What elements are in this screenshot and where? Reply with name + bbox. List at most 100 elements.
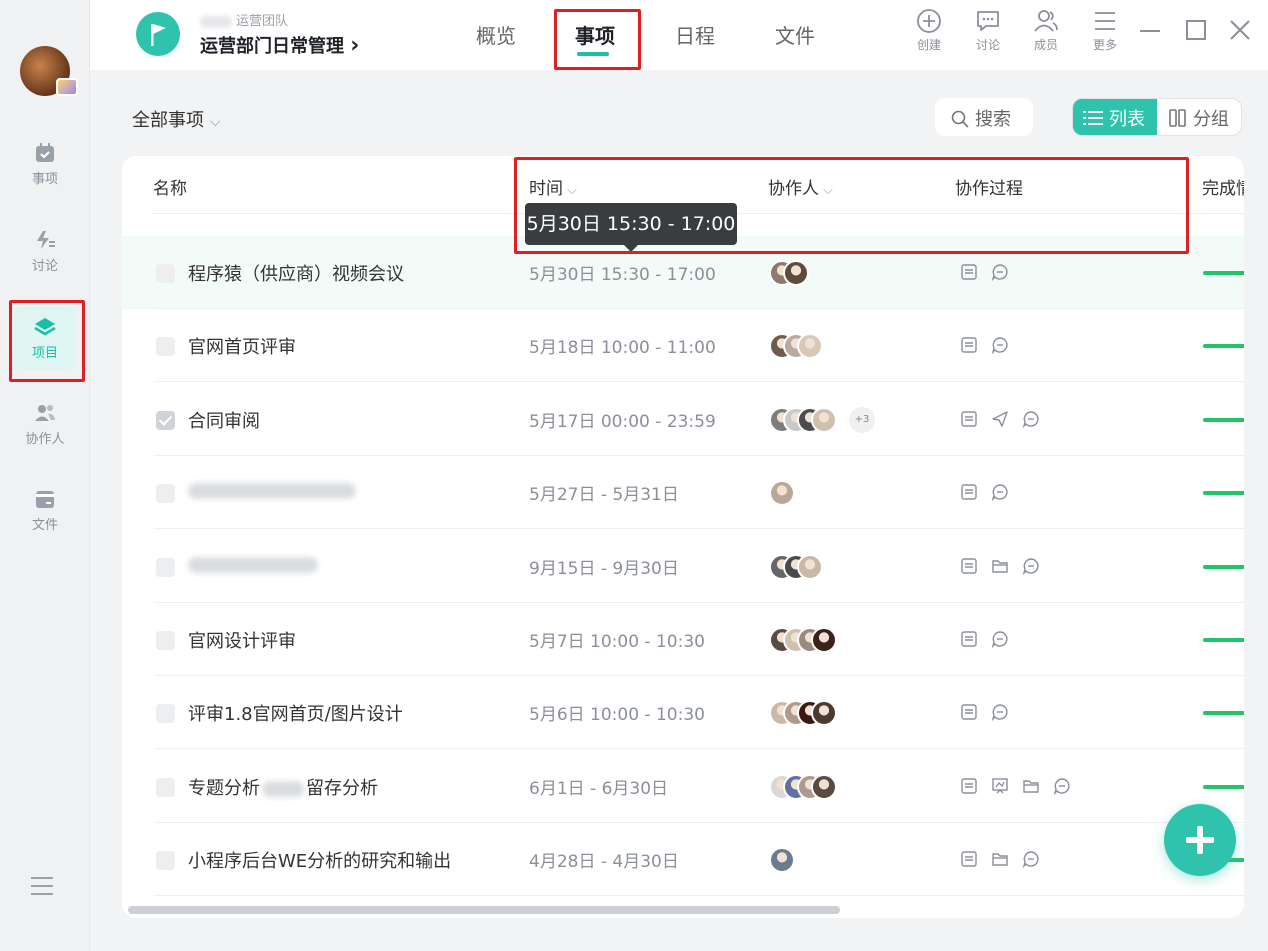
tab-overview[interactable]: 概览 <box>476 20 516 49</box>
rail-item-label: 文件 <box>31 518 58 533</box>
more-button[interactable]: 更多 <box>1085 8 1125 53</box>
collaborator-avatar[interactable] <box>811 700 837 727</box>
project-name[interactable]: 运营部门日常管理 › <box>200 32 359 58</box>
columns-icon <box>1169 109 1186 127</box>
filter-dropdown[interactable]: 全部事项 ⌵ <box>132 106 221 132</box>
folder-icon[interactable] <box>1022 777 1040 795</box>
comment-icon[interactable] <box>991 336 1009 355</box>
task-name[interactable]: 小程序后台WE分析的研究和输出 <box>188 847 451 873</box>
table-row[interactable]: 9月15日 - 9月30日 <box>122 530 1244 603</box>
task-name[interactable]: 合同审阅 <box>188 407 260 433</box>
tab-files[interactable]: 文件 <box>775 20 815 49</box>
collaborator-avatar[interactable] <box>811 773 837 800</box>
completion-progress-bar <box>1203 417 1244 422</box>
document-icon[interactable] <box>960 777 978 795</box>
task-checkbox[interactable] <box>156 484 175 504</box>
members-icon <box>1034 10 1058 32</box>
whiteboard-icon[interactable] <box>991 777 1009 795</box>
comment-icon[interactable] <box>991 703 1009 722</box>
document-icon[interactable] <box>960 703 978 721</box>
table-row[interactable]: 专题分析 留存分析 6月1日 - 6月30日 <box>122 750 1244 823</box>
collaborator-avatar[interactable] <box>797 553 823 580</box>
discuss-button[interactable]: 讨论 <box>968 8 1008 53</box>
rail-item-label: 讨论 <box>31 259 58 274</box>
table-row[interactable]: 5月27日 - 5月31日 <box>122 456 1244 530</box>
task-name[interactable]: 官网设计评审 <box>188 627 296 653</box>
folder-icon[interactable] <box>991 850 1009 868</box>
comment-icon[interactable] <box>991 630 1009 649</box>
rail-item-tasks[interactable]: 事项 <box>0 142 90 187</box>
rail-item-projects[interactable]: 项目 <box>0 316 90 361</box>
table-row[interactable]: 小程序后台WE分析的研究和输出 4月28日 - 4月30日 <box>122 823 1244 897</box>
column-header-time[interactable]: 时间 ⌵ <box>529 174 577 199</box>
task-name[interactable]: 官网首页评审 <box>188 333 296 359</box>
tab-schedule[interactable]: 日程 <box>675 20 715 49</box>
send-icon[interactable] <box>991 410 1009 428</box>
view-list-button[interactable]: 列表 <box>1073 99 1157 135</box>
task-name[interactable]: 评审1.8官网首页/图片设计 <box>188 700 403 726</box>
task-checkbox[interactable] <box>156 631 175 650</box>
more-collaborators-badge[interactable]: +3 <box>849 406 875 433</box>
time-tooltip: 5月30日 15:30 - 17:00 <box>525 203 737 252</box>
task-checkbox[interactable] <box>156 410 175 430</box>
chevron-down-icon: ⌵ <box>210 114 221 130</box>
comment-icon[interactable] <box>1022 410 1040 429</box>
task-checkbox[interactable] <box>156 264 175 283</box>
view-group-button[interactable]: 分组 <box>1161 99 1241 135</box>
collaborator-avatar[interactable] <box>783 260 809 286</box>
task-checkbox[interactable] <box>156 337 175 357</box>
table-row[interactable]: 官网设计评审 5月7日 10:00 - 10:30 <box>122 603 1244 676</box>
table-row[interactable]: 评审1.8官网首页/图片设计 5月6日 10:00 - 10:30 <box>122 676 1244 750</box>
task-checkbox[interactable] <box>156 777 175 797</box>
rail-item-files[interactable]: 文件 <box>0 488 90 533</box>
minimize-icon[interactable] <box>1138 18 1162 42</box>
create-button[interactable]: 创建 <box>909 8 949 53</box>
column-header-collaborators[interactable]: 协作人 ⌵ <box>768 174 833 199</box>
task-checkbox[interactable] <box>156 704 175 724</box>
document-icon[interactable] <box>960 557 978 575</box>
comment-icon[interactable] <box>1053 777 1071 796</box>
completion-progress-bar <box>1203 344 1244 349</box>
document-icon[interactable] <box>960 483 978 501</box>
tab-tasks[interactable]: 事项 <box>575 20 615 49</box>
collaborator-avatar[interactable] <box>797 333 823 360</box>
close-icon[interactable] <box>1228 18 1252 42</box>
project-flag-icon[interactable] <box>136 12 180 56</box>
search-button[interactable]: 搜索 <box>935 98 1033 136</box>
hamburger-menu-icon[interactable] <box>31 876 55 896</box>
document-icon[interactable] <box>960 410 978 428</box>
document-icon[interactable] <box>960 630 978 648</box>
table-row[interactable]: 官网首页评审 5月18日 10:00 - 11:00 <box>122 309 1244 383</box>
members-button[interactable]: 成员 <box>1026 8 1066 53</box>
task-name[interactable] <box>188 480 356 501</box>
people-icon <box>35 405 55 421</box>
maximize-icon[interactable] <box>1184 18 1208 42</box>
collaborator-avatar[interactable] <box>811 406 837 433</box>
comment-icon[interactable] <box>1022 557 1040 575</box>
discuss-label: 讨论 <box>975 38 1000 52</box>
create-label: 创建 <box>916 38 941 52</box>
task-checkbox[interactable] <box>156 851 175 871</box>
horizontal-scrollbar[interactable] <box>128 906 840 914</box>
table-row[interactable]: 合同审阅 5月17日 00:00 - 23:59 +3 <box>122 383 1244 456</box>
rail-item-collaborators[interactable]: 协作人 <box>0 402 90 447</box>
column-header-process: 协作过程 <box>955 179 1023 199</box>
task-name[interactable]: 程序猿（供应商）视频会议 <box>188 260 404 286</box>
document-icon[interactable] <box>960 850 978 868</box>
document-icon[interactable] <box>960 336 978 354</box>
folder-icon[interactable] <box>991 557 1009 575</box>
add-task-button[interactable] <box>1164 804 1236 876</box>
comment-icon[interactable] <box>991 483 1009 502</box>
collaborator-avatar[interactable] <box>811 627 837 653</box>
table-row[interactable]: 程序猿（供应商）视频会议 5月30日 15:30 - 17:00 <box>122 236 1244 309</box>
document-icon[interactable] <box>960 263 978 281</box>
menu-icon <box>1095 12 1115 30</box>
comment-icon[interactable] <box>1022 850 1040 869</box>
collaborator-avatar[interactable] <box>769 847 795 874</box>
task-name[interactable]: 专题分析 留存分析 <box>188 774 378 800</box>
task-name[interactable] <box>188 554 318 575</box>
task-checkbox[interactable] <box>156 557 175 577</box>
collaborator-avatar[interactable] <box>769 480 795 507</box>
comment-icon[interactable] <box>991 263 1009 282</box>
rail-item-discuss[interactable]: 讨论 <box>0 229 90 274</box>
